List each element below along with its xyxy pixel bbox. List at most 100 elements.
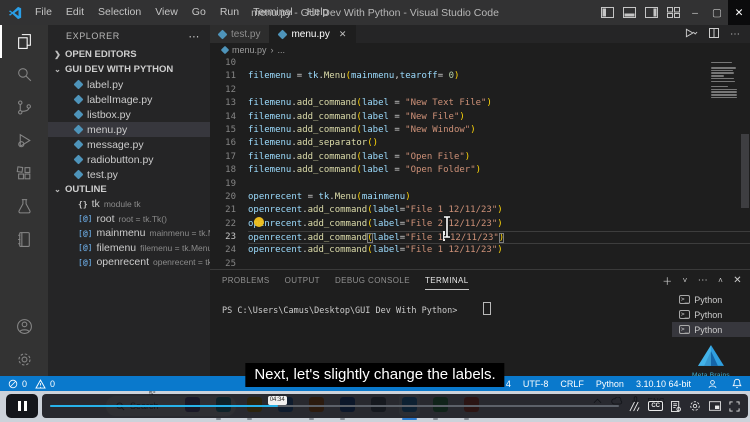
menu-help[interactable]: Help	[300, 0, 336, 25]
customize-layout-icon[interactable]	[662, 0, 684, 25]
code-line-15[interactable]: 15filemenu.add_command(label = "New Wind…	[210, 124, 750, 137]
toggle-secondary-sidebar-icon[interactable]	[640, 0, 662, 25]
toggle-sidebar-icon[interactable]	[596, 0, 618, 25]
editor-scrollbar[interactable]	[741, 134, 749, 208]
notebook-icon[interactable]	[0, 223, 48, 256]
outline-item-root[interactable]: [@]rootroot = tk.Tk()	[48, 212, 210, 227]
minimap[interactable]	[711, 59, 739, 102]
panel-tab-terminal[interactable]: TERMINAL	[425, 270, 469, 290]
outline-item-openrecent[interactable]: [@]openrecentopenrecent = tk.Menu(...	[48, 255, 210, 270]
file-item-labelImage.py[interactable]: labelImage.py	[48, 92, 210, 107]
code-line-16[interactable]: 16filemenu.add_separator()	[210, 137, 750, 150]
menu-run[interactable]: Run	[213, 0, 246, 25]
panel-more-actions-icon[interactable]: ⋯	[698, 275, 708, 286]
file-item-message.py[interactable]: message.py	[48, 137, 210, 152]
new-terminal-icon[interactable]: ＋	[662, 273, 672, 288]
terminal-dropdown-icon[interactable]: ˅	[683, 276, 688, 285]
menu-view[interactable]: View	[148, 0, 185, 25]
file-item-label.py[interactable]: label.py	[48, 77, 210, 92]
maximize-panel-icon[interactable]: ˄	[718, 276, 723, 285]
section-workspace[interactable]: ⌄ GUI DEV WITH PYTHON	[48, 62, 210, 77]
menu-edit[interactable]: Edit	[59, 0, 91, 25]
restore-button[interactable]: ▢	[706, 0, 728, 25]
status-item[interactable]: 3.10.10 64-bit	[636, 379, 691, 389]
terminal-instance-3[interactable]: >_Python	[672, 322, 750, 337]
code-line-23[interactable]: 23openrecent.add_command(label="File 1 1…	[210, 231, 750, 244]
panel-tab-output[interactable]: OUTPUT	[285, 270, 320, 290]
run-and-debug-icon[interactable]	[0, 124, 48, 157]
code-line-17[interactable]: 17filemenu.add_command(label = "Open Fil…	[210, 151, 750, 164]
panel-tab-debug-console[interactable]: DEBUG CONSOLE	[335, 270, 410, 290]
status-item[interactable]: Python	[596, 379, 624, 389]
file-item-radiobutton.py[interactable]: radiobutton.py	[48, 152, 210, 167]
feedback-icon[interactable]	[707, 379, 718, 389]
panel-tab-problems[interactable]: PROBLEMS	[222, 270, 270, 290]
close-panel-icon[interactable]: ✕	[733, 275, 742, 286]
outline-item-tk[interactable]: {}tkmodule tk	[48, 197, 210, 212]
close-button[interactable]: ✕	[728, 0, 750, 25]
code-line-10[interactable]: 10	[210, 57, 750, 70]
code-line-25[interactable]: 25	[210, 258, 750, 269]
section-outline[interactable]: ⌄ OUTLINE	[48, 182, 210, 197]
code-line-20[interactable]: 20openrecent = tk.Menu(mainmenu)	[210, 191, 750, 204]
explorer-more-actions-icon[interactable]: ⋯	[188, 30, 200, 43]
code-line-14[interactable]: 14filemenu.add_command(label = "New File…	[210, 111, 750, 124]
player-settings-gear-icon[interactable]	[689, 400, 701, 412]
file-item-test.py[interactable]: test.py	[48, 167, 210, 182]
code-line-24[interactable]: 24openrecent.add_command(label="File 1 1…	[210, 244, 750, 257]
fullscreen-icon[interactable]	[729, 401, 740, 412]
code-line-22[interactable]: 22openrecent.add_command(label="File 2 1…	[210, 218, 750, 231]
transcript-icon[interactable]	[671, 401, 681, 412]
split-editor-icon[interactable]	[709, 28, 719, 41]
code-line-21[interactable]: 21openrecent.add_command(label="File 1 1…	[210, 204, 750, 217]
menu-terminal[interactable]: Terminal	[246, 0, 300, 25]
search-icon[interactable]	[0, 58, 48, 91]
symbol-name: root	[96, 213, 114, 225]
file-item-menu.py[interactable]: menu.py	[48, 122, 210, 137]
status-item[interactable]: 4	[506, 379, 511, 389]
notifications-bell-icon[interactable]	[732, 378, 742, 389]
breadcrumb[interactable]: menu.py›...	[210, 43, 750, 56]
picture-in-picture-icon[interactable]	[709, 401, 721, 411]
breadcrumb-item[interactable]: ...	[278, 45, 286, 55]
breadcrumb-item[interactable]: menu.py	[232, 45, 267, 55]
terminal-instance-2[interactable]: >_Python	[672, 307, 750, 322]
errors-icon[interactable]	[8, 379, 18, 389]
code-line-11[interactable]: 11filemenu = tk.Menu(mainmenu,tearoff= 0…	[210, 70, 750, 83]
closed-captions-icon[interactable]: CC	[648, 401, 663, 411]
error-count[interactable]: 0	[22, 379, 27, 389]
testing-icon[interactable]	[0, 190, 48, 223]
code-line-12[interactable]: 12	[210, 84, 750, 97]
accounts-icon[interactable]	[0, 310, 48, 343]
menu-go[interactable]: Go	[185, 0, 213, 25]
warnings-icon[interactable]	[35, 379, 46, 389]
menu-selection[interactable]: Selection	[91, 0, 148, 25]
tab-test.py[interactable]: test.py	[210, 25, 270, 43]
settings-gear-icon[interactable]	[0, 343, 48, 376]
terminal-instance-1[interactable]: >_Python	[672, 292, 750, 307]
seek-bar[interactable]: 04:34	[50, 405, 619, 408]
code-line-19[interactable]: 19	[210, 178, 750, 191]
pause-button[interactable]	[6, 394, 38, 418]
menu-file[interactable]: File	[28, 0, 59, 25]
file-item-listbox.py[interactable]: listbox.py	[48, 107, 210, 122]
status-item[interactable]: UTF-8	[523, 379, 549, 389]
status-item[interactable]: CRLF	[560, 379, 584, 389]
extensions-icon[interactable]	[0, 157, 48, 190]
section-open-editors[interactable]: ❯ OPEN EDITORS	[48, 47, 210, 62]
minimize-button[interactable]: –	[684, 0, 706, 25]
toggle-panel-icon[interactable]	[618, 0, 640, 25]
playback-speed-icon[interactable]	[629, 401, 640, 412]
explorer-icon[interactable]	[0, 25, 48, 58]
more-actions-icon[interactable]: ⋯	[730, 29, 740, 40]
code-editor[interactable]: 1011filemenu = tk.Menu(mainmenu,tearoff=…	[210, 56, 750, 269]
outline-item-mainmenu[interactable]: [@]mainmenumainmenu = tk.Menu(ro...	[48, 226, 210, 241]
outline-item-filemenu[interactable]: [@]filemenufilemenu = tk.Menu(mainm...	[48, 241, 210, 256]
code-line-13[interactable]: 13filemenu.add_command(label = "New Text…	[210, 97, 750, 110]
source-control-icon[interactable]	[0, 91, 48, 124]
code-line-18[interactable]: 18filemenu.add_command(label = "Open Fol…	[210, 164, 750, 177]
tab-menu.py[interactable]: menu.py✕	[270, 25, 356, 43]
warning-count[interactable]: 0	[50, 379, 55, 389]
run-python-file-icon[interactable]	[685, 28, 698, 41]
close-tab-icon[interactable]: ✕	[339, 29, 347, 40]
